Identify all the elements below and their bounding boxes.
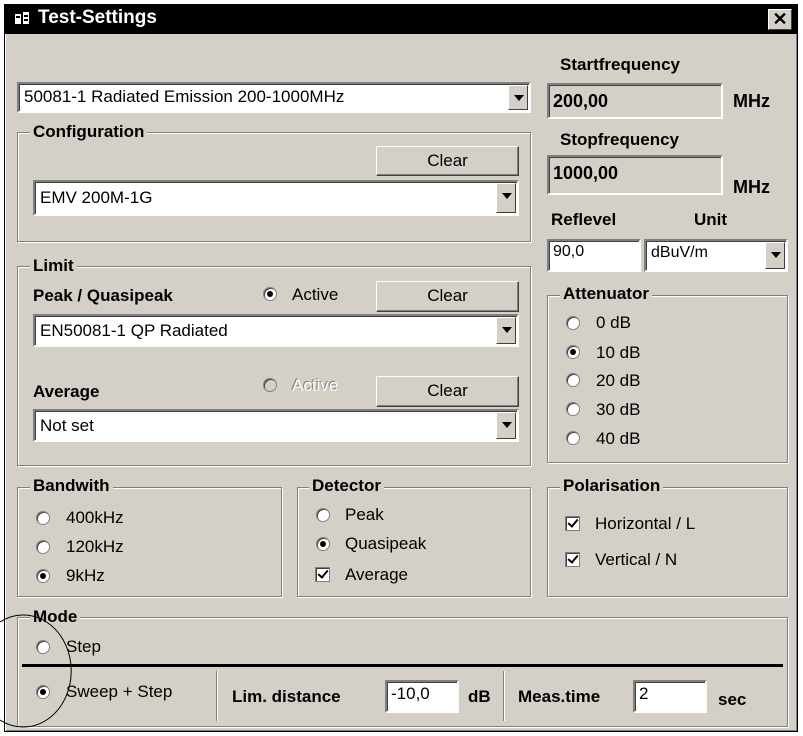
attenuator-radio-20db[interactable] — [566, 373, 580, 387]
configuration-select[interactable]: EMV 200M-1G — [33, 180, 519, 216]
chevron-down-icon[interactable] — [496, 183, 516, 213]
mode-separator-2 — [503, 671, 505, 721]
detector-label-quasipeak[interactable]: Quasipeak — [345, 534, 426, 554]
peak-quasipeak-label: Peak / Quasipeak — [33, 286, 173, 305]
attenuator-group — [547, 295, 788, 463]
stop-frequency-unit: MHz — [733, 177, 770, 197]
meas-time-label: Meas.time — [518, 687, 601, 706]
detector-legend: Detector — [309, 476, 384, 496]
bandwidth-legend: Bandwith — [30, 476, 113, 496]
detector-label-peak[interactable]: Peak — [345, 505, 384, 525]
lim-distance-field[interactable]: -10,0 — [385, 680, 459, 713]
chevron-down-icon[interactable] — [496, 412, 516, 439]
mode-separator-1 — [216, 671, 218, 721]
average-limit-select[interactable]: Not set — [33, 409, 519, 442]
peak-active-radio[interactable] — [263, 287, 277, 301]
peak-limit-select[interactable]: EN50081-1 QP Radiated — [33, 314, 519, 347]
chevron-down-icon[interactable] — [765, 242, 785, 269]
test-select-value: 50081-1 Radiated Emission 200-1000MHz — [24, 87, 345, 106]
detector-average-checkbox[interactable] — [315, 567, 330, 582]
bandwidth-label-400khz[interactable]: 400kHz — [66, 508, 124, 528]
unit-select-value: dBuV/m — [651, 244, 708, 261]
horizontal-label[interactable]: Horizontal / L — [595, 514, 695, 534]
average-limit-value: Not set — [40, 416, 94, 435]
peak-limit-value: EN50081-1 QP Radiated — [40, 321, 228, 340]
configuration-select-value: EMV 200M-1G — [40, 188, 153, 207]
meas-time-field[interactable]: 2 — [633, 680, 707, 713]
title-bar[interactable]: Test-Settings ✕ — [4, 4, 798, 34]
attenuator-radio-0db[interactable] — [566, 316, 580, 330]
close-button[interactable]: ✕ — [768, 9, 792, 30]
bandwidth-radio-120khz[interactable] — [36, 540, 50, 554]
attenuator-radio-30db[interactable] — [566, 402, 580, 416]
mode-divider — [22, 664, 783, 667]
polarisation-group — [547, 487, 788, 597]
vertical-label[interactable]: Vertical / N — [595, 550, 677, 570]
bandwidth-group — [17, 487, 282, 597]
configuration-legend: Configuration — [30, 122, 148, 142]
attenuator-label-30db[interactable]: 30 dB — [596, 400, 640, 420]
reflevel-field[interactable]: 90,0 — [547, 239, 641, 272]
bandwidth-label-9khz[interactable]: 9kHz — [66, 566, 105, 586]
start-frequency-label: Startfrequency — [560, 55, 680, 74]
attenuator-label-0db[interactable]: 0 dB — [596, 313, 631, 333]
reflevel-label: Reflevel — [551, 210, 617, 229]
lim-distance-label: Lim. distance — [232, 687, 341, 706]
test-select[interactable]: 50081-1 Radiated Emission 200-1000MHz — [17, 82, 531, 113]
bandwidth-radio-400khz[interactable] — [36, 511, 50, 525]
meas-time-unit: sec — [718, 690, 747, 709]
polarisation-legend: Polarisation — [560, 476, 664, 496]
attenuator-label-40db[interactable]: 40 dB — [596, 429, 640, 449]
window-title: Test-Settings — [38, 7, 157, 28]
average-label: Average — [33, 382, 100, 401]
attenuator-label-10db[interactable]: 10 dB — [596, 343, 640, 363]
bandwidth-label-120khz[interactable]: 120kHz — [66, 537, 124, 557]
stop-frequency-label: Stopfrequency — [560, 130, 680, 149]
lim-distance-unit: dB — [468, 687, 491, 706]
peak-clear-button[interactable]: Clear — [376, 281, 519, 312]
click-highlight-ring — [0, 614, 72, 728]
average-clear-button[interactable]: Clear — [376, 376, 519, 407]
stop-frequency-field[interactable]: 1000,00 — [547, 155, 723, 195]
start-frequency-unit: MHz — [733, 91, 770, 111]
start-frequency-field[interactable]: 200,00 — [547, 83, 723, 119]
app-icon — [15, 12, 29, 24]
detector-radio-peak[interactable] — [316, 508, 330, 522]
detector-radio-quasipeak[interactable] — [316, 537, 330, 551]
vertical-checkbox[interactable] — [565, 552, 580, 567]
bandwidth-radio-9khz[interactable] — [36, 569, 50, 583]
chevron-down-icon[interactable] — [508, 85, 528, 110]
attenuator-label-20db[interactable]: 20 dB — [596, 371, 640, 391]
average-active-label[interactable]: Active — [292, 376, 338, 396]
configuration-clear-button[interactable]: Clear — [376, 146, 519, 176]
attenuator-radio-40db[interactable] — [566, 431, 580, 445]
unit-label: Unit — [694, 210, 728, 229]
peak-active-label[interactable]: Active — [292, 285, 338, 305]
chevron-down-icon[interactable] — [496, 317, 516, 344]
horizontal-checkbox[interactable] — [565, 516, 580, 531]
detector-label-average[interactable]: Average — [345, 565, 408, 585]
unit-select[interactable]: dBuV/m — [644, 239, 788, 272]
attenuator-radio-10db[interactable] — [566, 345, 580, 359]
average-active-radio[interactable] — [263, 378, 277, 392]
limit-legend: Limit — [30, 256, 77, 276]
attenuator-legend: Attenuator — [560, 284, 652, 304]
